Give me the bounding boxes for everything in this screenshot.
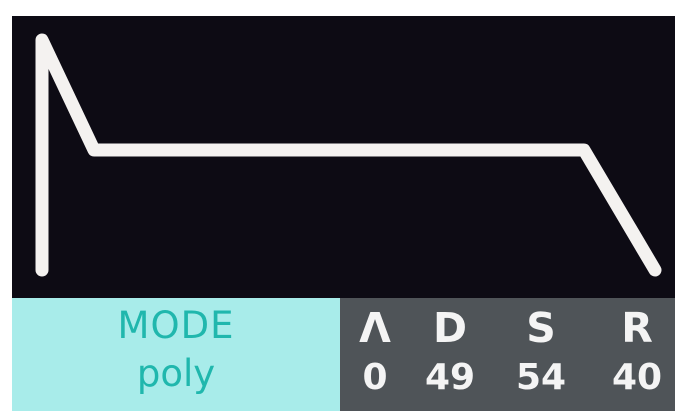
- release-label: R: [621, 304, 653, 352]
- release-value: 40: [611, 357, 663, 398]
- sustain-value: 54: [515, 357, 567, 398]
- adsr-panel: Λ 0 D 49 S 54 R 40: [340, 298, 675, 411]
- mode-title: MODE: [117, 304, 235, 347]
- mode-value: poly: [136, 352, 216, 395]
- sustain-label: S: [526, 304, 556, 352]
- decay-param[interactable]: D 49: [415, 298, 485, 411]
- sustain-param[interactable]: S 54: [506, 298, 576, 411]
- decay-label: D: [432, 304, 468, 352]
- adsr-envelope-graph: [35, 33, 662, 277]
- attack-label: Λ: [359, 304, 391, 352]
- release-param[interactable]: R 40: [602, 298, 672, 411]
- mode-panel[interactable]: MODE poly: [12, 298, 340, 411]
- envelope-curve: [35, 33, 662, 277]
- oled-display: MODE poly Λ 0 D 49 S 54 R 40: [12, 16, 675, 411]
- attack-param[interactable]: Λ 0: [340, 298, 410, 411]
- attack-value: 0: [362, 357, 388, 398]
- decay-value: 49: [424, 357, 476, 398]
